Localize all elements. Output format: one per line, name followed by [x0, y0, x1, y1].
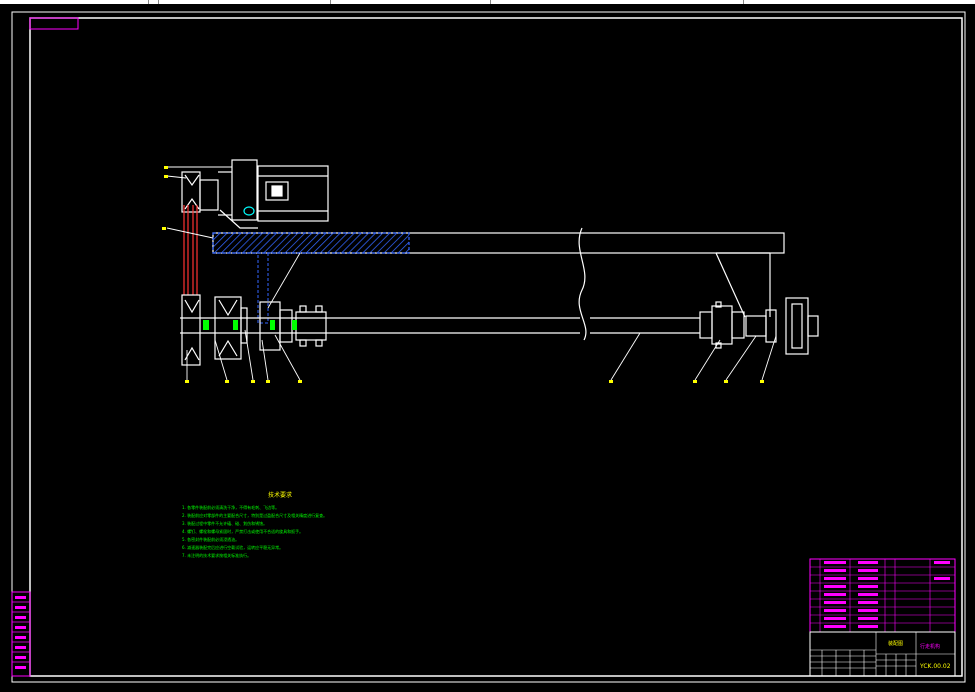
- shaft-keys: [203, 320, 297, 330]
- note-line: 3. 装配过程中零件不允许磕、碰、划伤和锈蚀。: [182, 520, 267, 526]
- part-balloons: [162, 166, 764, 383]
- corner-code-box: [29, 17, 79, 30]
- notes-title: 技术要求: [268, 491, 292, 499]
- sprocket-icon: [214, 296, 248, 360]
- motor-icon: [218, 159, 329, 229]
- break-line: [578, 227, 587, 341]
- note-line: 5. 各密封件装配前必须浸透油。: [182, 536, 239, 542]
- note-line: 2. 装配前应对零部件的主要配合尺寸，特别是过盈配合尺寸及相关精度进行复查。: [182, 512, 327, 518]
- left-stamp-stack: [11, 591, 31, 677]
- title-block-part-name: 行走机构: [920, 643, 940, 650]
- note-line: 1. 各零件装配前必须清洗干净，不得有毛刺、飞边等。: [182, 504, 279, 510]
- support-beam: [212, 232, 785, 318]
- inner-border: [29, 17, 963, 677]
- note-line: 7. 未注明的技术要求按相关标准执行。: [182, 552, 251, 558]
- title-block-drawing-number: YCK.00.02: [919, 663, 951, 670]
- note-line: 6. 减速器装配完后应进行空载试验，运转应平稳无异常。: [182, 544, 283, 550]
- technical-notes: 技术要求 1. 各零件装配前必须清洗干净，不得有毛刺、飞边等。 2. 装配前应对…: [182, 491, 327, 558]
- title-block-drawing-type: 装配图: [888, 640, 903, 647]
- note-line: 4. 螺钉、螺栓和螺母紧固时，严禁打击或使用不合适的旋具和扳手。: [182, 528, 303, 534]
- cad-drawing: 技术要求 1. 各零件装配前必须清洗干净，不得有毛刺、飞边等。 2. 装配前应对…: [11, 11, 966, 683]
- drive-chain: [183, 205, 198, 295]
- pulley-icon: [181, 294, 201, 366]
- wheel-icon: [745, 297, 819, 355]
- title-block: 装配图 行走机构 YCK.00.02: [809, 631, 956, 677]
- parts-list: [809, 558, 956, 633]
- outer-border: [11, 11, 966, 683]
- coupling-icon: [699, 301, 745, 349]
